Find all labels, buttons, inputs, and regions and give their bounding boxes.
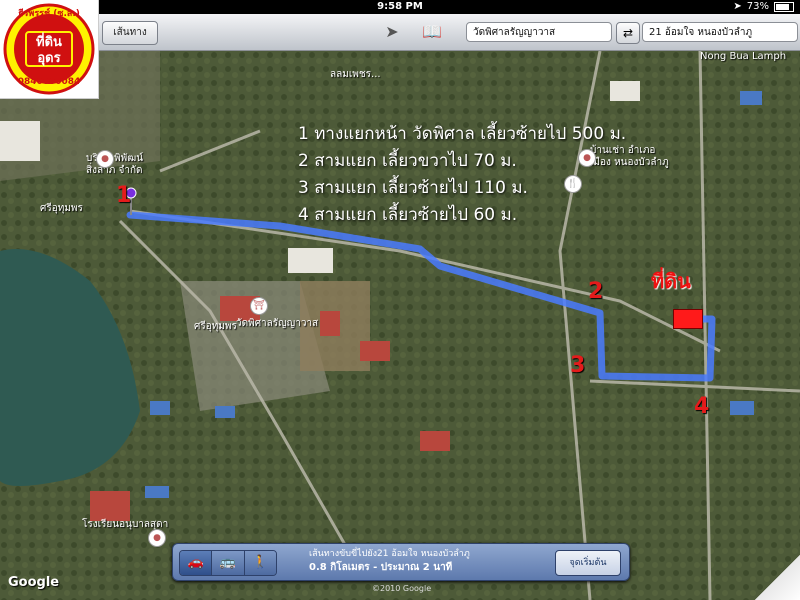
marker-4: 4 <box>694 394 710 419</box>
map-copyright: ©2010 Google <box>372 584 432 593</box>
destination-label: ที่ดิน <box>651 269 691 293</box>
location-arrow-icon: ➤ <box>733 1 742 12</box>
start-location-field[interactable]: วัดพิศาลรัญญาวาส <box>466 22 612 42</box>
marker-3: 3 <box>570 353 586 378</box>
roof-3 <box>420 431 450 451</box>
logo-seal: ธีรพรรช์ (ซ.ส.) ที่ดิน อุดร 0840000084 <box>3 3 95 95</box>
blue-roof-5 <box>145 486 169 498</box>
battery-indicator: ➤ 73% <box>733 0 794 14</box>
road-label-top: ลลมเพชร... <box>330 69 381 80</box>
car-icon[interactable]: 🚗 <box>180 551 213 575</box>
status-time: 9:58 PM <box>377 1 423 12</box>
destination-marker <box>673 309 703 329</box>
google-logo: Google <box>8 575 60 590</box>
place-area-2: เมือง หนองบัวลำภู <box>590 157 669 168</box>
battery-fill <box>776 4 790 10</box>
route-destination: เส้นทางขับขี่ไปยัง21 อ้อมใจ หนองบัวลำภู <box>309 549 470 559</box>
restaurant-icon[interactable]: 🍴 <box>564 175 582 193</box>
building-2 <box>0 121 40 161</box>
route-panel: 🚗 🚌 🚶 เส้นทางขับขี่ไปยัง21 อ้อมใจ หนองบั… <box>172 543 630 581</box>
poi-pin-icon[interactable]: ● <box>96 150 114 168</box>
logo-line-2: ที่ดิน <box>36 32 62 50</box>
battery-percent: 73% <box>746 1 769 12</box>
bookmarks-icon[interactable]: 📖 <box>420 20 444 44</box>
current-location-icon[interactable]: ➤ <box>380 20 404 44</box>
route-info: เส้นทางขับขี่ไปยัง21 อ้อมใจ หนองบัวลำภู … <box>309 547 470 575</box>
road-label-1: ศรีอุทุมพร <box>40 203 83 214</box>
building-1 <box>288 248 333 273</box>
route-summary: 0.8 กิโลเมตร - ประมาณ 2 นาที <box>309 562 453 573</box>
blue-roof-3 <box>740 91 762 105</box>
temple-icon[interactable]: ⛩ <box>250 297 268 315</box>
place-temple: วัดพิศาลรัญญาวาส <box>236 318 319 329</box>
transport-mode-selector: 🚗 🚌 🚶 <box>179 550 277 576</box>
place-top-right: Nong Bua Lamph <box>700 51 787 62</box>
school-pin-icon[interactable]: ● <box>148 529 166 547</box>
instruction-2: 2 สามแยก เลี้ยวขวาไป 70 ม. <box>298 151 517 171</box>
logo-line-3: อุดร <box>37 51 60 66</box>
instruction-1: 1 ทางแยกหน้า วัดพิศาล เลี้ยวซ้ายไป 500 ม… <box>298 124 627 144</box>
map-view[interactable]: 1 ทางแยกหน้า วัดพิศาล เลี้ยวซ้ายไป 500 ม… <box>0 51 800 600</box>
maps-toolbar: เส้นทาง ➤ 📖 วัดพิศาลรัญญาวาส ⇄ 21 อ้อมใจ… <box>0 14 800 51</box>
road-label-2: ศรีอุทุมพร <box>194 321 237 332</box>
status-bar: 9:58 PM ➤ 73% <box>0 0 800 14</box>
swap-route-button[interactable]: ⇄ <box>616 22 640 44</box>
start-button[interactable]: จุดเริ่มต้น <box>555 550 621 576</box>
blue-roof-1 <box>150 401 170 415</box>
blue-roof-4 <box>730 401 754 415</box>
marker-2: 2 <box>588 279 604 304</box>
blue-roof-2 <box>215 406 235 418</box>
end-location-field[interactable]: 21 อ้อมใจ หนองบัวลำภู <box>642 22 798 42</box>
instruction-4: 4 สามแยก เลี้ยวซ้ายไป 60 ม. <box>298 205 518 225</box>
place-company-2: สิ่งลาภ จำกัด <box>86 165 143 176</box>
walk-icon[interactable]: 🚶 <box>244 551 276 575</box>
directions-button[interactable]: เส้นทาง <box>102 21 158 45</box>
roof-2 <box>320 311 340 336</box>
marker-1: 1 <box>116 183 132 208</box>
logo-line-1: ธีรพรรช์ (ซ.ส.) <box>18 7 80 19</box>
battery-icon <box>774 2 794 12</box>
company-logo: ธีรพรรช์ (ซ.ส.) ที่ดิน อุดร 0840000084 <box>0 0 99 99</box>
page-curl-icon[interactable] <box>755 555 800 600</box>
building-3 <box>610 81 640 101</box>
logo-phone: 0840000084 <box>18 77 81 87</box>
roof-1 <box>360 341 390 361</box>
bus-icon[interactable]: 🚌 <box>212 551 245 575</box>
poi-pin-icon-2[interactable]: ● <box>578 149 596 167</box>
